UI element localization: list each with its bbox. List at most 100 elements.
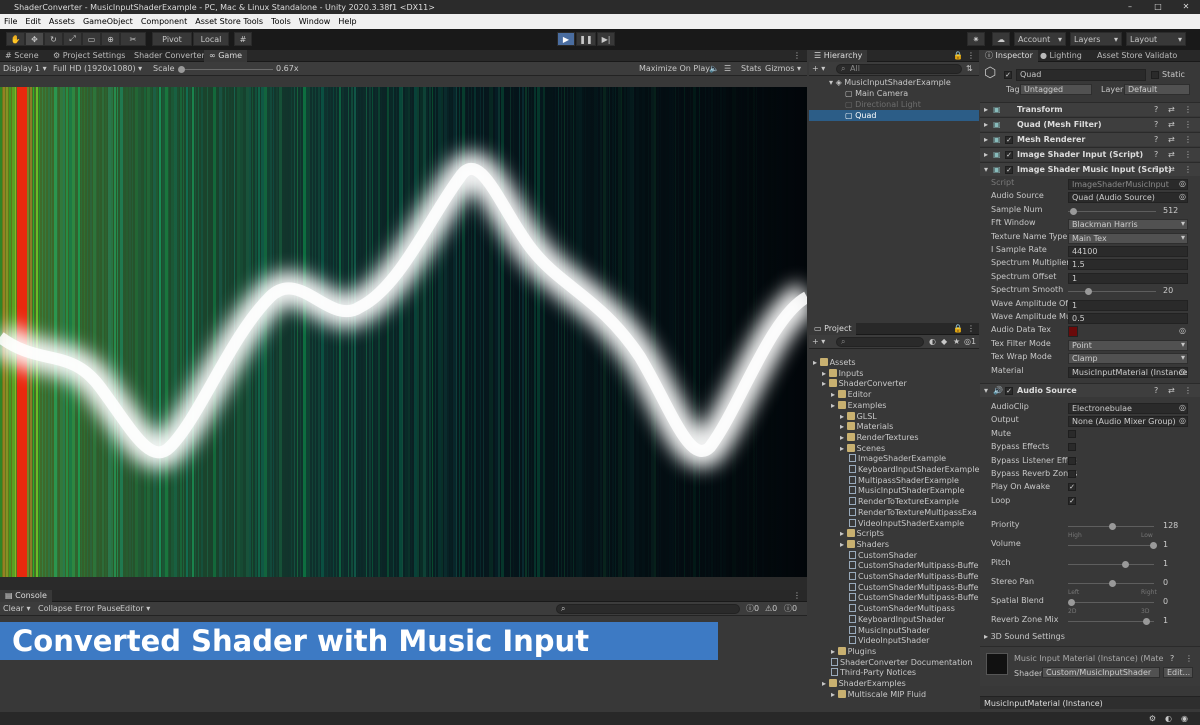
preset-icon[interactable]: ⇄: [1168, 119, 1175, 130]
help-icon[interactable]: ?: [1154, 385, 1158, 396]
foldout-arrow[interactable]: ▸: [984, 149, 988, 160]
folder-item[interactable]: ▸ RenderTextures: [840, 432, 919, 443]
hand-tool-button[interactable]: ✋: [6, 32, 25, 46]
foldout-arrow[interactable]: ▸: [984, 134, 988, 145]
info-count[interactable]: ⓘ0: [746, 603, 759, 614]
hierarchy-scene-root[interactable]: ▾ ◈ MusicInputShaderExample: [829, 77, 951, 88]
edit-shader-button[interactable]: Edit...: [1163, 667, 1193, 678]
maximize-button[interactable]: □: [1144, 0, 1172, 14]
slider-knob[interactable]: [1150, 542, 1157, 549]
object-field[interactable]: Quad (Audio Source): [1068, 192, 1188, 204]
cloud-icon[interactable]: ☁: [992, 32, 1010, 46]
custom-tool-button[interactable]: ✂: [120, 32, 146, 46]
panel-splitter[interactable]: [0, 577, 807, 590]
component-enabled-checkbox[interactable]: ✓: [1005, 387, 1013, 395]
more-icon[interactable]: ⋮: [1184, 134, 1192, 145]
local-button[interactable]: Local: [193, 32, 229, 46]
component-enabled-checkbox[interactable]: ✓: [1005, 136, 1013, 144]
status-icon[interactable]: ⚙: [1149, 713, 1156, 724]
move-tool-button[interactable]: ✥: [25, 32, 44, 46]
gizmos-dropdown[interactable]: Gizmos ▾: [765, 63, 801, 74]
create-button[interactable]: + ▾: [812, 336, 825, 347]
account-dropdown[interactable]: Account ▾: [1014, 32, 1066, 46]
component-enabled-checkbox[interactable]: ✓: [1005, 166, 1013, 174]
menu-asset-store-tools[interactable]: Asset Store Tools: [191, 14, 267, 29]
toggle-checkbox[interactable]: ✓: [1068, 496, 1076, 505]
warning-count[interactable]: ⚠0: [765, 603, 777, 614]
asset-item[interactable]: CustomShaderMultipass-Buffe: [849, 571, 978, 582]
more-icon[interactable]: ⋮: [1184, 149, 1192, 160]
scale-tool-button[interactable]: ⤢: [63, 32, 82, 46]
asset-item[interactable]: KeyboardInputShader: [849, 614, 945, 625]
collab-icon[interactable]: ✷: [967, 32, 985, 46]
tab-asset-store-validator[interactable]: Asset Store Validato: [1092, 50, 1182, 62]
field-value[interactable]: 1: [1160, 559, 1190, 570]
preset-icon[interactable]: ⇄: [1168, 104, 1175, 115]
component-image-shader-music-input-script-[interactable]: ▾ ▣ ✓ Image Shader Music Input (Script)? ⇄ ⋮: [980, 162, 1200, 176]
folder-foldout-icon[interactable]: ▸: [822, 379, 829, 388]
slider-knob[interactable]: [1109, 580, 1116, 587]
asset-item[interactable]: RenderToTextureExample: [849, 496, 959, 507]
filter-label-icon[interactable]: ◆: [941, 336, 947, 347]
maximize-on-play-toggle[interactable]: Maximize On Play: [639, 63, 710, 74]
display-dropdown[interactable]: Display 1 ▾: [3, 63, 47, 74]
scale-slider[interactable]: [178, 66, 273, 73]
project-search-input[interactable]: ⌕: [836, 337, 924, 347]
editor-dropdown[interactable]: Editor ▾: [120, 603, 150, 614]
component-image-shader-input-script-[interactable]: ▸ ▣ ✓ Image Shader Input (Script)? ⇄ ⋮: [980, 147, 1200, 161]
menu-help[interactable]: Help: [334, 14, 360, 29]
help-icon[interactable]: ?: [1154, 119, 1158, 130]
field-value[interactable]: 128: [1160, 521, 1190, 532]
menu-gameobject[interactable]: GameObject: [79, 14, 137, 29]
object-field[interactable]: Electronebulae: [1068, 403, 1188, 414]
field-value[interactable]: 20: [1160, 286, 1190, 297]
folder-item[interactable]: ▸ Examples: [831, 400, 886, 411]
help-icon[interactable]: ?: [1154, 164, 1158, 175]
layer-dropdown[interactable]: Default: [1124, 84, 1190, 95]
dropdown[interactable]: Point: [1068, 339, 1188, 351]
stats-icon[interactable]: ☰: [724, 63, 731, 74]
folder-foldout-icon[interactable]: ▸: [840, 444, 847, 453]
slider-knob[interactable]: [1084, 288, 1092, 296]
slider-knob[interactable]: [1122, 561, 1130, 568]
object-picker-icon[interactable]: ◎: [1179, 178, 1186, 189]
asset-item[interactable]: CustomShaderMultipass-Buffe: [849, 592, 978, 603]
folder-item[interactable]: ▸ Assets: [813, 357, 856, 368]
layers-dropdown[interactable]: Layers ▾: [1070, 32, 1122, 46]
status-icon[interactable]: ◐: [1165, 713, 1172, 724]
asset-item[interactable]: VideoInputShaderExample: [849, 518, 964, 529]
foldout-arrow[interactable]: ▸: [984, 104, 988, 115]
create-button[interactable]: + ▾: [812, 63, 825, 74]
minimize-button[interactable]: –: [1116, 0, 1144, 14]
tab-hierarchy[interactable]: ☰ Hierarchy: [809, 50, 868, 62]
more-icon[interactable]: ⋮: [1184, 164, 1192, 175]
value-slider[interactable]: [1068, 599, 1154, 606]
folder-item[interactable]: ▸ Inputs: [822, 368, 863, 379]
collapse-toggle[interactable]: Collapse: [38, 603, 72, 614]
lock-icon[interactable]: 🔒: [953, 50, 963, 61]
menu-edit[interactable]: Edit: [21, 14, 45, 29]
value-slider[interactable]: [1068, 580, 1154, 587]
menu-component[interactable]: Component: [137, 14, 191, 29]
folder-foldout-icon[interactable]: ▸: [831, 401, 838, 410]
value-slider[interactable]: [1068, 288, 1156, 296]
folder-item[interactable]: ▸ ShaderExamples: [822, 678, 906, 689]
tab-lighting[interactable]: ● Lighting: [1035, 50, 1087, 62]
tab-project[interactable]: ▭ Project: [809, 323, 857, 335]
component-transform[interactable]: ▸ ▣ Transform? ⇄ ⋮: [980, 102, 1200, 116]
clear-button[interactable]: Clear ▾: [3, 603, 30, 614]
active-checkbox[interactable]: ✓: [1004, 71, 1012, 79]
close-button[interactable]: ✕: [1172, 0, 1200, 14]
mute-audio-icon[interactable]: 🔈: [709, 63, 719, 74]
field-value[interactable]: 512: [1160, 206, 1190, 217]
toggle-checkbox[interactable]: [1068, 429, 1076, 438]
toggle-checkbox[interactable]: [1068, 456, 1076, 465]
texture-swatch[interactable]: [1068, 326, 1078, 338]
value-slider[interactable]: [1068, 207, 1156, 215]
field-value[interactable]: 0: [1160, 578, 1190, 589]
foldout-arrow[interactable]: ▾: [984, 385, 988, 396]
text-field[interactable]: 1: [1068, 272, 1188, 284]
help-icon[interactable]: ?: [1154, 104, 1158, 115]
toggle-checkbox[interactable]: ✓: [1068, 483, 1076, 492]
tab-project-settings[interactable]: ⚙ Project Settings: [48, 50, 130, 62]
